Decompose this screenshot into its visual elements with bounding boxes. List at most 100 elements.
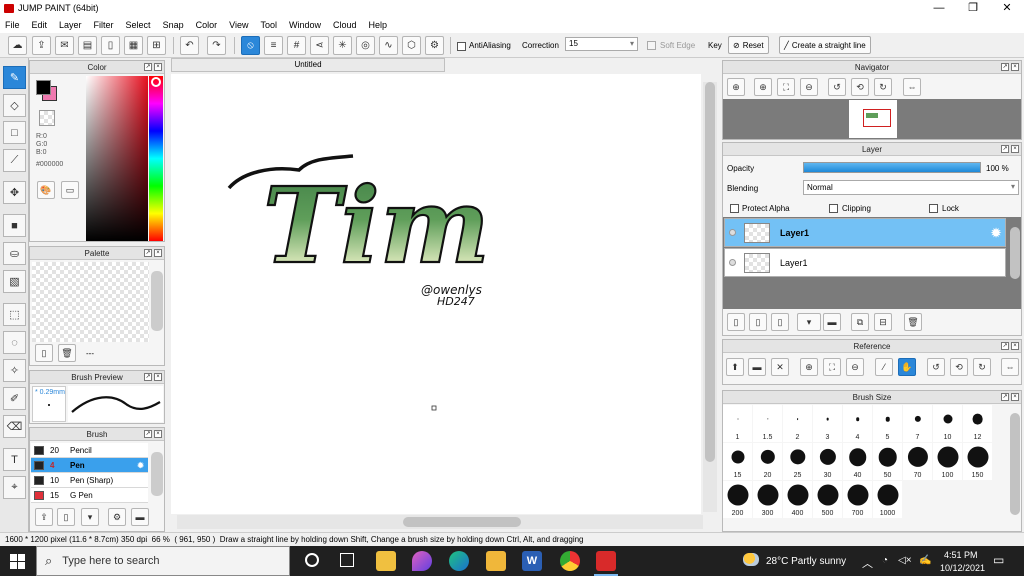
merge-layer-icon[interactable]: ⊟ <box>874 313 892 331</box>
magic-wand-tool-icon[interactable]: ✧ <box>3 359 26 382</box>
reference-rotate-left-icon[interactable]: ↺ <box>927 358 945 376</box>
palette-area[interactable] <box>32 262 149 342</box>
blending-select[interactable]: Normal ▾ <box>803 180 1019 195</box>
brush-size-option[interactable]: 500 <box>813 481 842 518</box>
brush-tool-icon[interactable]: ✎ <box>3 66 26 89</box>
word-icon[interactable]: W <box>522 551 542 571</box>
brush-size-option[interactable]: 50 <box>873 443 902 480</box>
volume-icon[interactable]: ◁× <box>898 555 912 566</box>
brush-size-option[interactable]: 200 <box>723 481 752 518</box>
brush-item[interactable]: 20 Pencil <box>31 443 148 458</box>
brush-size-option[interactable]: 30 <box>813 443 842 480</box>
fill-rect-tool-icon[interactable]: ■ <box>3 214 26 237</box>
network-icon[interactable]: ◔ <box>882 555 888 566</box>
menu-view[interactable]: View <box>229 20 248 30</box>
gear-icon[interactable]: ✹ <box>137 461 144 470</box>
eyedropper-icon[interactable]: ⁄ <box>875 358 893 376</box>
new-vector-layer-icon[interactable]: ▯ <box>749 313 767 331</box>
menu-filter[interactable]: Filter <box>94 20 114 30</box>
cloud-icon[interactable]: ☁ <box>8 36 27 55</box>
taskbar-search-box[interactable]: ⌕ Type here to search <box>36 546 290 576</box>
zoom-in-icon[interactable]: ⊕ <box>727 78 745 96</box>
brush-settings-icon[interactable]: ⚙ <box>108 508 126 526</box>
reference-zoom-in-icon[interactable]: ⊕ <box>800 358 818 376</box>
horizontal-scrollbar[interactable] <box>177 515 703 529</box>
brush-size-option[interactable]: 2 <box>783 405 812 442</box>
reference-zoom-out-icon[interactable]: ⊖ <box>846 358 864 376</box>
eraser-tool-icon[interactable]: ◇ <box>3 94 26 117</box>
main-color-swatch[interactable] <box>36 80 51 95</box>
correction-select[interactable]: 15 ▾ <box>565 37 638 51</box>
chevron-up-icon[interactable]: ︿ <box>862 555 873 571</box>
vertical-scroll-thumb[interactable] <box>705 82 715 462</box>
brush-size-option[interactable]: 7 <box>903 405 932 442</box>
menu-file[interactable]: File <box>5 20 20 30</box>
close-panel-icon[interactable]: × <box>1011 342 1019 350</box>
brush-size-option[interactable]: 15 <box>723 443 752 480</box>
brush-size-option[interactable]: 1000 <box>873 481 902 518</box>
minimize-button[interactable]: — <box>922 0 956 17</box>
bucket-tool-icon[interactable]: ⛀ <box>3 242 26 265</box>
brush-size-option[interactable]: 1.5 <box>753 405 782 442</box>
hue-handle[interactable] <box>151 77 161 87</box>
brush-size-option[interactable]: 25 <box>783 443 812 480</box>
brush-size-option[interactable]: 1 <box>723 405 752 442</box>
duplicate-layer-icon[interactable]: ⧉ <box>851 313 869 331</box>
layer-add-menu-icon[interactable]: ▾ <box>797 313 821 331</box>
menu-edit[interactable]: Edit <box>32 20 48 30</box>
brush-size-option[interactable]: 40 <box>843 443 872 480</box>
snap-radial-icon[interactable]: ✳ <box>333 36 352 55</box>
brush-folder-icon[interactable]: ▬ <box>131 508 149 526</box>
undock-icon[interactable]: ↗ <box>1001 393 1009 401</box>
undock-icon[interactable]: ↗ <box>1001 342 1009 350</box>
jump-paint-icon[interactable] <box>596 551 616 571</box>
menu-window[interactable]: Window <box>289 20 321 30</box>
select-eraser-tool-icon[interactable]: ⌫ <box>3 415 26 438</box>
close-panel-icon[interactable]: × <box>154 249 162 257</box>
transparent-color-swatch[interactable] <box>39 110 55 126</box>
delete-layer-icon[interactable]: 🗑 <box>904 313 922 331</box>
snap-grid-icon[interactable]: # <box>287 36 306 55</box>
brush-size-option[interactable]: 20 <box>753 443 782 480</box>
close-panel-icon[interactable]: × <box>154 63 162 71</box>
reference-close-icon[interactable]: ✕ <box>771 358 789 376</box>
brush-scrollbar[interactable] <box>151 452 163 496</box>
task-view-icon[interactable] <box>340 553 354 567</box>
pages-icon[interactable]: ▦ <box>124 36 143 55</box>
close-panel-icon[interactable]: × <box>154 373 162 381</box>
comment-icon[interactable]: ✉ <box>55 36 74 55</box>
reference-open-icon[interactable]: ▬ <box>748 358 766 376</box>
snap-curve-icon[interactable]: ∿ <box>379 36 398 55</box>
protect-alpha-checkbox[interactable] <box>730 204 739 213</box>
brush-size-option[interactable]: 10 <box>933 405 962 442</box>
brush-item[interactable]: 10 Pen (Sharp) <box>31 473 148 488</box>
drawing-canvas[interactable]: Tim @owenlys HD247 <box>171 74 701 514</box>
select-rect-tool-icon[interactable]: ⬚ <box>3 303 26 326</box>
visibility-icon[interactable] <box>729 229 736 236</box>
maximize-button[interactable]: ❐ <box>956 0 990 17</box>
export-icon[interactable]: ⇪ <box>32 36 51 55</box>
notification-icon[interactable]: ▭ <box>993 553 1004 567</box>
new-layer-icon[interactable]: ▯ <box>727 313 745 331</box>
undock-icon[interactable]: ↗ <box>144 430 152 438</box>
rotate-left-icon[interactable]: ↺ <box>828 78 846 96</box>
soft-edge-checkbox[interactable] <box>647 41 656 50</box>
clock-date[interactable]: 10/12/2021 <box>940 563 985 573</box>
pen-icon[interactable]: ✍ <box>919 555 931 566</box>
lock-checkbox[interactable] <box>929 204 938 213</box>
fit-window-icon[interactable]: ⛶ <box>777 78 795 96</box>
reference-flip-icon[interactable]: ⇔ <box>1001 358 1019 376</box>
paint-app-icon[interactable] <box>412 551 432 571</box>
brush-size-scrollbar[interactable] <box>1010 413 1020 515</box>
navigator-view-rect[interactable] <box>863 109 891 127</box>
gear-icon[interactable]: ✹ <box>991 226 1001 240</box>
snap-polygon-icon[interactable]: ⬡ <box>402 36 421 55</box>
menu-snap[interactable]: Snap <box>163 20 184 30</box>
menu-layer[interactable]: Layer <box>59 20 82 30</box>
store-icon[interactable] <box>376 551 396 571</box>
snap-perspective-icon[interactable]: ⋖ <box>310 36 329 55</box>
close-panel-icon[interactable]: × <box>154 430 162 438</box>
flip-horizontal-icon[interactable]: ⇔ <box>903 78 921 96</box>
text-tool-icon[interactable]: T <box>3 448 26 471</box>
zoom-out-icon[interactable]: ⊖ <box>800 78 818 96</box>
